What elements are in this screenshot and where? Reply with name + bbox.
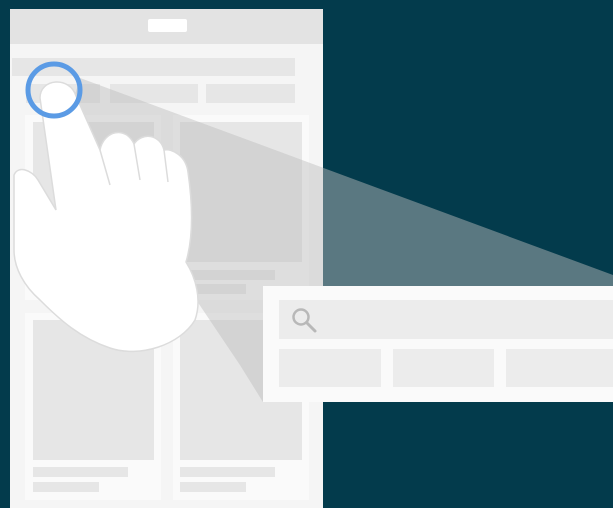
card-title-line — [33, 467, 128, 477]
zoom-popup-panel — [263, 286, 613, 402]
popup-chip-2[interactable] — [393, 349, 494, 387]
illustration-stage — [0, 0, 613, 508]
popup-chip-3[interactable] — [506, 349, 613, 387]
tap-illustration — [10, 9, 613, 508]
card-title-line — [180, 467, 275, 477]
phone-search-bar[interactable] — [12, 58, 295, 76]
popup-search-input[interactable] — [279, 300, 613, 339]
popup-chip-1[interactable] — [279, 349, 381, 387]
phone-tab-3[interactable] — [206, 84, 295, 103]
card-sub-line — [33, 482, 99, 492]
phone-header-pill — [148, 19, 187, 32]
card-sub-line — [180, 482, 246, 492]
